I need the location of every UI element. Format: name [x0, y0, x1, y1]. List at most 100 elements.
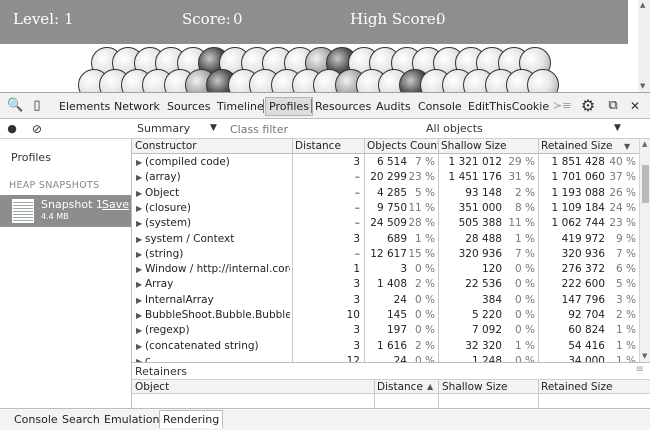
constructor-name: (system): [145, 217, 192, 230]
table-row[interactable]: ▶ (compiled code) 3 6 514 7 % 1 321 012 29 % 1 …: [132, 155, 639, 170]
expand-triangle-icon[interactable]: ▶: [136, 170, 142, 185]
expand-triangle-icon[interactable]: ▶: [136, 201, 142, 216]
expand-triangle-icon[interactable]: ▶: [136, 277, 142, 292]
expand-triangle-icon[interactable]: ▶: [136, 155, 142, 170]
expand-triangle-icon[interactable]: ▶: [136, 293, 142, 308]
resize-handle-icon[interactable]: ≡: [636, 364, 644, 375]
shallow-size-value: 320 936: [458, 247, 502, 260]
distance-value: 3: [353, 232, 360, 245]
column-divider[interactable]: [374, 379, 375, 409]
device-mode-icon[interactable]: ▯: [29, 98, 45, 114]
shallow-size-value: 28 488: [465, 232, 502, 245]
shallow-size-percent: 1 %: [515, 232, 535, 245]
expand-triangle-icon[interactable]: ▶: [136, 323, 142, 338]
table-row[interactable]: ▶ (string) –12 617 15 % 320 936 7 % 320 936 7 %: [132, 247, 639, 262]
high-score-label: High Score:: [350, 10, 441, 28]
column-divider[interactable]: [438, 379, 439, 409]
table-row[interactable]: ▶ BubbleShoot.Bubble.Bubble 10 145 0 % 5 220 0…: [132, 308, 639, 323]
save-link[interactable]: Save: [102, 198, 129, 211]
tab-elements[interactable]: Elements: [59, 100, 110, 113]
constructor-name: InternalArray: [145, 293, 214, 306]
table-row[interactable]: ▶ Array 3 1 408 2 % 22 536 0 % 222 600 5 %: [132, 277, 639, 292]
tab-profiles[interactable]: Profiles: [265, 97, 313, 116]
tab-audits[interactable]: Audits: [376, 100, 411, 113]
table-row[interactable]: ▶ c 12 24 0 % 1 248 0 % 34 000 1 %: [132, 354, 639, 362]
objects-count-value: 9 750: [376, 201, 407, 214]
heap-snapshots-header: HEAP SNAPSHOTS: [9, 180, 100, 191]
table-row[interactable]: ▶ (closure) – 9 750 11 % 351 000 8 % 1 109 184 2…: [132, 201, 639, 216]
table-row[interactable]: ▶ system / Context 3 689 1 % 28 488 1 % 419 972…: [132, 232, 639, 247]
constructor-name: Window / http://internal.core...: [145, 263, 290, 276]
objects-count-value: 24: [393, 354, 407, 362]
column-header-retained-size[interactable]: Retained Size: [541, 380, 612, 394]
drawer-tab-emulation[interactable]: Emulation: [104, 413, 160, 426]
distance-value: 3: [353, 324, 360, 337]
retainers-title: Retainers: [135, 365, 188, 378]
distance-value: 12: [346, 354, 360, 362]
gear-icon[interactable]: ⚙: [580, 98, 596, 114]
shallow-size-percent: 0 %: [515, 324, 535, 337]
tab-resources[interactable]: Resources: [315, 100, 371, 113]
table-row[interactable]: ▶ Window / http://internal.core... 1 3 0 % 12…: [132, 262, 639, 277]
scroll-up-arrow-icon[interactable]: ▲: [640, 1, 645, 9]
table-row[interactable]: ▶ (array) –20 299 23 % 1 451 176 31 % 1 701 06…: [132, 170, 639, 185]
column-header-object[interactable]: Object: [135, 380, 169, 394]
tab-timeline[interactable]: Timeline: [217, 100, 264, 113]
drawer-tab-search[interactable]: Search: [62, 413, 100, 426]
drawer-tab-console[interactable]: Console: [14, 413, 58, 426]
inspect-search-icon[interactable]: 🔍: [7, 98, 23, 114]
expand-triangle-icon[interactable]: ▶: [136, 186, 142, 201]
tab-network[interactable]: Network: [114, 100, 160, 113]
retained-size-percent: 26 %: [609, 186, 636, 199]
shallow-size-value: 32 320: [465, 339, 502, 352]
heap-summary-grid: Constructor Distance Objects Count Shall…: [132, 139, 639, 362]
column-header-distance[interactable]: Distance: [377, 380, 423, 394]
column-divider[interactable]: [538, 379, 539, 409]
column-header-distance[interactable]: Distance: [292, 139, 364, 154]
expand-triangle-icon[interactable]: ▶: [136, 247, 142, 262]
expand-triangle-icon[interactable]: ▶: [136, 216, 142, 231]
expand-triangle-icon[interactable]: ▶: [136, 262, 142, 277]
expand-triangle-icon[interactable]: ▶: [136, 354, 142, 362]
clear-icon[interactable]: ⊘: [29, 121, 45, 137]
close-icon[interactable]: ✕: [627, 98, 643, 114]
bubble-board[interactable]: [0, 44, 628, 101]
column-header-objects-count[interactable]: Objects Count: [364, 139, 441, 154]
class-filter-input[interactable]: [228, 121, 416, 137]
column-header-constructor[interactable]: Constructor: [132, 139, 292, 154]
distance-value: –: [354, 201, 360, 214]
table-row[interactable]: ▶ (concatenated string) 3 1 616 2 % 32 320 1 %…: [132, 339, 639, 354]
chevron-down-icon[interactable]: ▼: [210, 123, 217, 133]
expand-triangle-icon[interactable]: ▶: [136, 339, 142, 354]
table-row[interactable]: ▶ (regexp) 3 197 0 % 7 092 0 % 60 824 1 %: [132, 323, 639, 338]
scroll-down-arrow-icon[interactable]: ▼: [640, 82, 645, 90]
column-header-shallow-size[interactable]: Shallow Size: [442, 380, 508, 394]
expand-triangle-icon[interactable]: ▶: [136, 232, 142, 247]
table-row[interactable]: ▶ (system) –24 509 28 % 505 388 11 % 1 062 744…: [132, 216, 639, 231]
page-scrollbar[interactable]: ▲ ▼: [638, 0, 650, 92]
snapshot-item[interactable]: Snapshot 1 Save 4.4 MB: [0, 195, 131, 227]
table-row[interactable]: ▶ InternalArray 3 24 0 % 384 0 % 147 796 3 %: [132, 293, 639, 308]
expand-triangle-icon[interactable]: ▶: [136, 308, 142, 323]
tab-console[interactable]: Console: [418, 100, 462, 113]
objects-count-value: 6 514: [376, 156, 407, 168]
view-select[interactable]: Summary: [137, 122, 190, 135]
column-header-shallow-size[interactable]: Shallow Size: [438, 139, 538, 154]
grid-scrollbar[interactable]: ▲ ▼: [639, 139, 650, 362]
scrollbar-thumb[interactable]: [642, 165, 649, 203]
retained-size-percent: 3 %: [616, 293, 636, 306]
record-icon[interactable]: ●: [4, 121, 20, 137]
chevron-down-icon[interactable]: ▼: [614, 123, 621, 133]
column-header-retained-size[interactable]: Retained Size ▼: [538, 139, 639, 154]
objects-count-percent: 1 %: [415, 232, 435, 245]
retained-size-value: 34 000: [568, 354, 605, 362]
objects-select[interactable]: All objects: [426, 122, 483, 135]
tab-sources[interactable]: Sources: [167, 100, 211, 113]
dock-side-icon[interactable]: ⧉: [605, 98, 621, 114]
scroll-up-arrow-icon[interactable]: ▲: [642, 140, 647, 148]
tab-editthiscookie[interactable]: EditThisCookie: [468, 100, 549, 113]
console-drawer-icon[interactable]: ≻≡: [553, 98, 571, 114]
scroll-down-arrow-icon[interactable]: ▼: [642, 352, 647, 360]
table-row[interactable]: ▶ Object – 4 285 5 % 93 148 2 % 1 193 088 26 %: [132, 186, 639, 201]
drawer-tab-rendering[interactable]: Rendering: [159, 410, 224, 428]
